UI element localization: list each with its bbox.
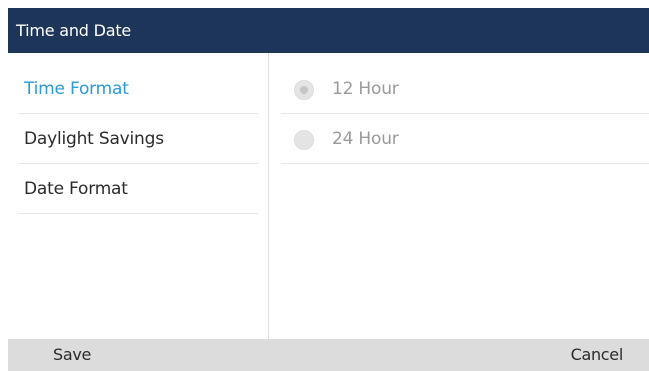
option-label: 24 Hour xyxy=(332,129,399,149)
settings-menu: Time Format Daylight Savings Date Format xyxy=(8,53,269,339)
option-label: 12 Hour xyxy=(332,79,399,99)
radio-unchecked-icon[interactable] xyxy=(294,130,314,150)
page-title: Time and Date xyxy=(8,8,649,53)
menu-item-daylight-savings[interactable]: Daylight Savings xyxy=(19,114,258,164)
menu-item-time-format[interactable]: Time Format xyxy=(19,64,258,114)
option-24-hour[interactable]: 24 Hour xyxy=(281,114,649,164)
softkey-bar: Save Cancel xyxy=(8,339,649,371)
radio-checked-icon[interactable] xyxy=(294,80,314,100)
phone-screen: Time and Date Time Format Daylight Savin… xyxy=(8,8,649,371)
cancel-button[interactable]: Cancel xyxy=(571,339,624,371)
time-format-options: 12 Hour 24 Hour xyxy=(269,53,649,339)
save-button[interactable]: Save xyxy=(53,339,91,371)
menu-item-date-format[interactable]: Date Format xyxy=(19,164,258,214)
option-12-hour[interactable]: 12 Hour xyxy=(281,64,649,114)
